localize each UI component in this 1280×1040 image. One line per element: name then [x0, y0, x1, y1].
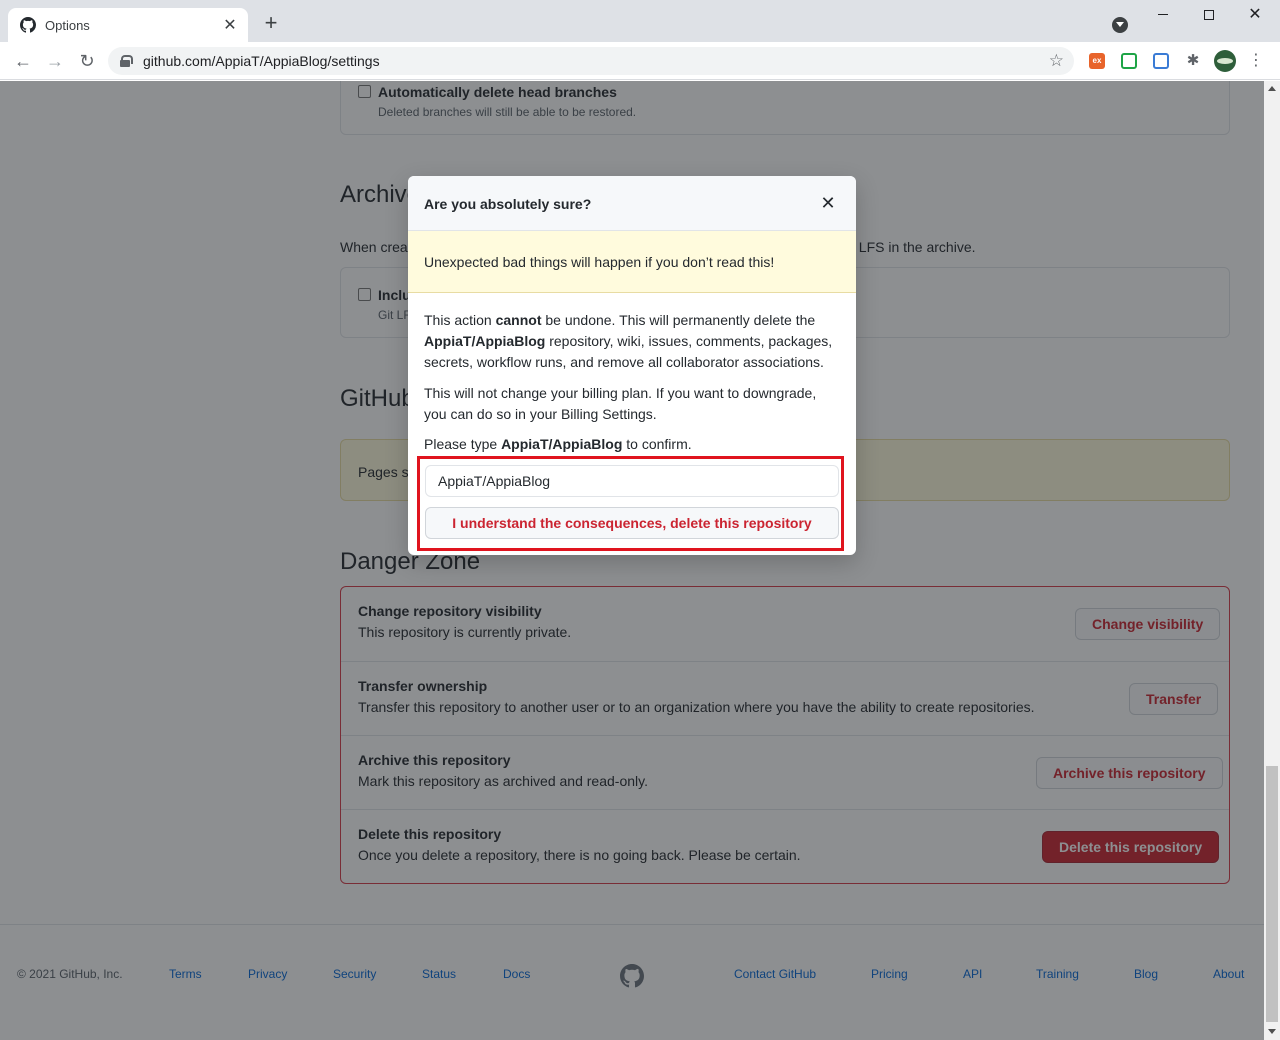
- puzzle-extensions-icon[interactable]: ✱: [1185, 53, 1201, 69]
- dialog-paragraph-consequences: This action cannot be undone. This will …: [424, 312, 833, 370]
- extension-green-icon[interactable]: [1121, 53, 1137, 69]
- annotation-highlight-box: [417, 456, 844, 551]
- dialog-paragraph-billing: This will not change your billing plan. …: [424, 385, 817, 422]
- new-tab-icon[interactable]: +: [258, 12, 284, 34]
- browser-tab-bar: Options ✕ + ✕: [0, 0, 1280, 42]
- tab-title: Options: [45, 17, 90, 33]
- dialog-warning: Unexpected bad things will happen if you…: [408, 231, 856, 293]
- back-arrow-icon[interactable]: ←: [12, 50, 34, 72]
- browser-toolbar: ← → ↻ github.com/AppiaT/AppiaBlog/settin…: [0, 42, 1280, 80]
- menu-kebab-icon[interactable]: ⋮: [1248, 51, 1264, 71]
- profile-avatar[interactable]: [1214, 50, 1236, 72]
- minimize-icon[interactable]: [1140, 4, 1186, 28]
- url-text[interactable]: github.com/AppiaT/AppiaBlog/settings: [143, 53, 1049, 69]
- forward-arrow-icon[interactable]: →: [44, 50, 66, 72]
- github-favicon-icon: [20, 17, 36, 33]
- page-scrollbar[interactable]: [1264, 81, 1280, 1040]
- bookmark-star-icon[interactable]: ☆: [1049, 51, 1064, 71]
- dialog-warning-text: Unexpected bad things will happen if you…: [424, 254, 775, 270]
- scroll-down-icon[interactable]: [1268, 1029, 1276, 1034]
- window-close-icon[interactable]: ✕: [1232, 4, 1278, 28]
- extension-orange-icon[interactable]: ex: [1089, 53, 1105, 69]
- lock-icon: [120, 55, 133, 67]
- maximize-icon[interactable]: [1186, 4, 1232, 28]
- reload-icon[interactable]: ↻: [76, 50, 98, 72]
- dialog-header: Are you absolutely sure? ✕: [408, 176, 856, 231]
- address-bar[interactable]: github.com/AppiaT/AppiaBlog/settings ☆: [108, 47, 1074, 75]
- scrollbar-thumb[interactable]: [1266, 766, 1278, 1022]
- extension-blue-icon[interactable]: [1153, 53, 1169, 69]
- tab-close-icon[interactable]: ✕: [222, 15, 238, 35]
- scroll-up-icon[interactable]: [1268, 86, 1276, 91]
- dialog-paragraph-instruction: Please type AppiaT/AppiaBlog to confirm.: [424, 436, 692, 452]
- browser-tab[interactable]: Options ✕: [8, 8, 248, 42]
- dialog-close-icon[interactable]: ✕: [818, 193, 838, 213]
- tab-search-icon[interactable]: [1112, 17, 1128, 33]
- dialog-title: Are you absolutely sure?: [424, 196, 592, 212]
